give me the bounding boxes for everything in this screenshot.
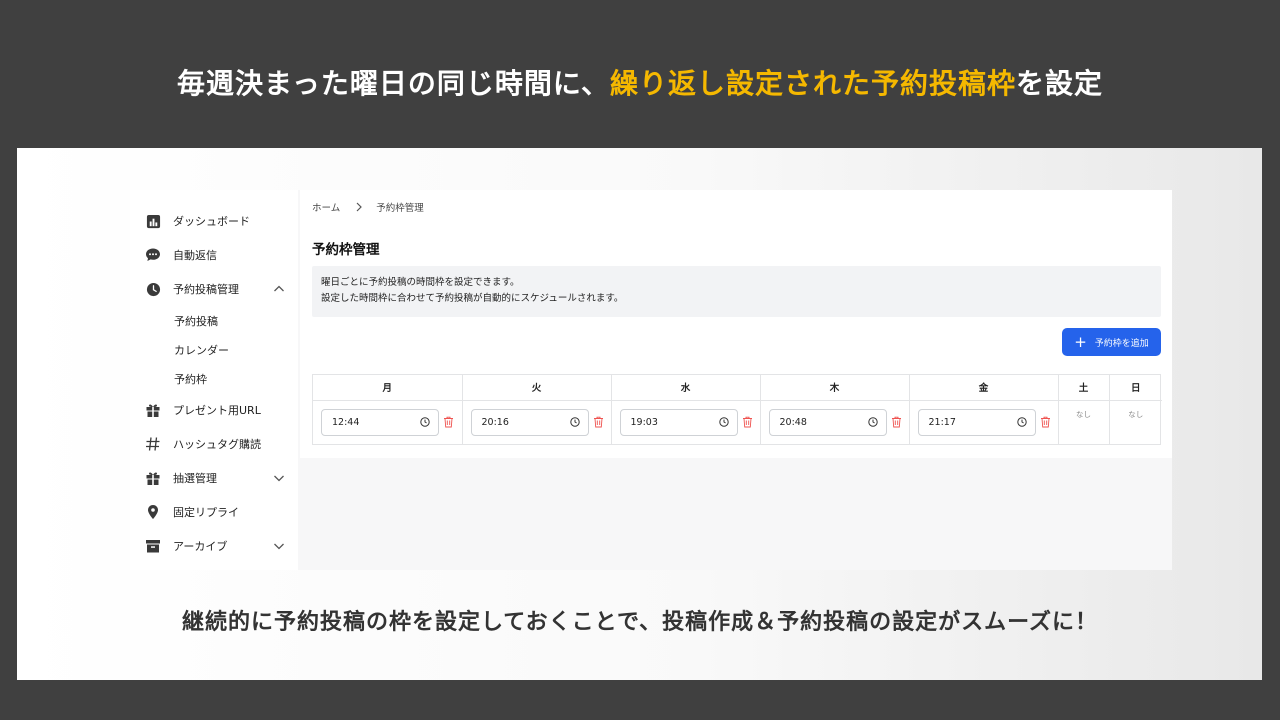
time-value: 20:48 [779,416,807,428]
day-header-thu: 木 [760,375,910,401]
time-input-mon[interactable]: 12:44 [321,408,439,436]
main-content: ホーム 予約枠管理 予約枠管理 曜日ごとに予約投稿の時間枠を設定できます。 設定… [300,190,1172,458]
time-value: 20:16 [481,416,509,428]
sidebar-item-label: ダッシュボード [173,215,250,228]
no-slot-text: なし [1076,409,1091,419]
archive-icon [145,538,161,554]
sidebar-subitem-scheduled-post[interactable]: 予約投稿 [130,306,298,335]
slot-cell-fri: 21:17 [909,400,1059,444]
pin-icon [145,504,161,520]
chevron-up-icon[interactable] [272,282,286,296]
trash-icon[interactable] [891,416,902,428]
headline: 毎週決まった曜日の同じ時間に、繰り返し設定された予約投稿枠を設定 [0,62,1280,102]
add-slot-label: 予約枠を追加 [1094,338,1149,349]
trash-icon[interactable] [593,416,604,428]
chevron-down-icon[interactable] [272,539,286,553]
sidebar-item-dashboard[interactable]: ダッシュボード [130,204,298,238]
sidebar-item-pinned-reply[interactable]: 固定リプライ [130,495,298,529]
slot-cell-mon: 12:44 [313,400,463,444]
info-line: 曜日ごとに予約投稿の時間枠を設定できます。 [321,277,520,288]
slot-table-header: 月 火 水 木 金 土 日 [313,375,1162,401]
headline-highlight: 繰り返し設定された予約投稿枠 [610,67,1017,100]
info-line: 設定した時間枠に合わせて予約投稿が自動的にスケジュールされます。 [321,292,624,304]
clock-icon [145,281,161,297]
info-box: 曜日ごとに予約投稿の時間枠を設定できます。 設定した時間枠に合わせて予約投稿が自… [312,266,1161,317]
no-slot-text: なし [1128,409,1144,419]
sidebar-item-label: 抽選管理 [173,472,217,485]
day-header-mon: 月 [313,375,463,401]
breadcrumb: ホーム 予約枠管理 [312,200,424,214]
sidebar-item-label: プレゼント用URL [173,404,261,417]
time-input-fri[interactable]: 21:17 [917,408,1036,436]
hash-icon [145,436,161,452]
time-value: 12:44 [332,416,360,428]
slot-cell-thu: 20:48 [760,400,910,444]
sidebar-item-lottery[interactable]: 抽選管理 [130,461,298,495]
bar-chart-icon [145,213,161,229]
trash-icon[interactable] [1040,416,1051,428]
day-header-wed: 水 [611,375,761,401]
sidebar-item-label: 自動返信 [173,249,217,262]
sidebar-item-hashtag[interactable]: ハッシュタグ購読 [130,427,298,461]
time-value: 21:17 [928,416,956,428]
sidebar-item-label: ハッシュタグ購読 [173,438,261,451]
clock-icon[interactable] [569,417,580,427]
sidebar-item-label: アーカイブ [173,540,228,553]
add-slot-button[interactable]: + 予約枠を追加 [1062,328,1161,356]
gift-icon [145,470,161,486]
slot-row: 12:44 20:16 19:03 20:48 21:17 なし なし [313,400,1162,444]
slot-cell-tue: 20:16 [462,400,612,444]
sidebar-item-scheduled-posts[interactable]: 予約投稿管理 [130,272,298,306]
trash-icon[interactable] [742,416,753,428]
day-header-tue: 火 [462,375,612,401]
chevron-down-icon[interactable] [272,471,286,485]
sidebar-item-archive[interactable]: アーカイブ [130,529,298,563]
slot-cell-wed: 19:03 [611,400,761,444]
clock-icon[interactable] [867,417,878,427]
day-header-sat: 土 [1058,375,1110,401]
breadcrumb-current: 予約枠管理 [376,203,424,214]
day-header-fri: 金 [909,375,1059,401]
time-value: 19:03 [630,416,658,428]
chevron-right-icon [354,202,364,212]
plus-icon: + [1074,332,1087,351]
slot-cell-sat: なし [1058,400,1110,444]
headline-part1: 毎週決まった曜日の同じ時間に、 [176,67,610,100]
sidebar-subitem-slots[interactable]: 予約枠 [130,364,298,393]
time-input-wed[interactable]: 19:03 [619,408,738,436]
bottom-caption: 継続的に予約投稿の枠を設定しておくことで、投稿作成＆予約投稿の設定がスムーズに！ [181,610,1099,635]
slot-cell-sun: なし [1109,400,1162,444]
clock-icon[interactable] [1016,417,1027,427]
gift-icon [145,402,161,418]
app-window: ダッシュボード 自動返信 予約投稿管理 予約投稿 カレンダー 予約枠 プレゼント… [130,190,1172,570]
sidebar: ダッシュボード 自動返信 予約投稿管理 予約投稿 カレンダー 予約枠 プレゼント… [130,190,298,570]
time-input-thu[interactable]: 20:48 [768,408,887,436]
slot-table: 月 火 水 木 金 土 日 12:44 20:16 19:03 20:48 21… [312,374,1162,445]
clock-icon[interactable] [718,417,729,427]
chat-bubble-icon [145,247,161,263]
time-input-tue[interactable]: 20:16 [470,408,589,436]
sidebar-item-auto-reply[interactable]: 自動返信 [130,238,298,272]
sidebar-item-label: 予約投稿管理 [173,283,239,296]
trash-icon[interactable] [443,416,454,428]
clock-icon[interactable] [420,417,430,427]
day-header-sun: 日 [1109,375,1162,401]
page-title: 予約枠管理 [312,242,380,258]
headline-part2: を設定 [1016,67,1104,100]
breadcrumb-home[interactable]: ホーム [312,200,340,214]
sidebar-item-label: 固定リプライ [173,506,239,519]
sidebar-item-present-url[interactable]: プレゼント用URL [130,393,298,427]
sidebar-subitem-calendar[interactable]: カレンダー [130,335,298,364]
